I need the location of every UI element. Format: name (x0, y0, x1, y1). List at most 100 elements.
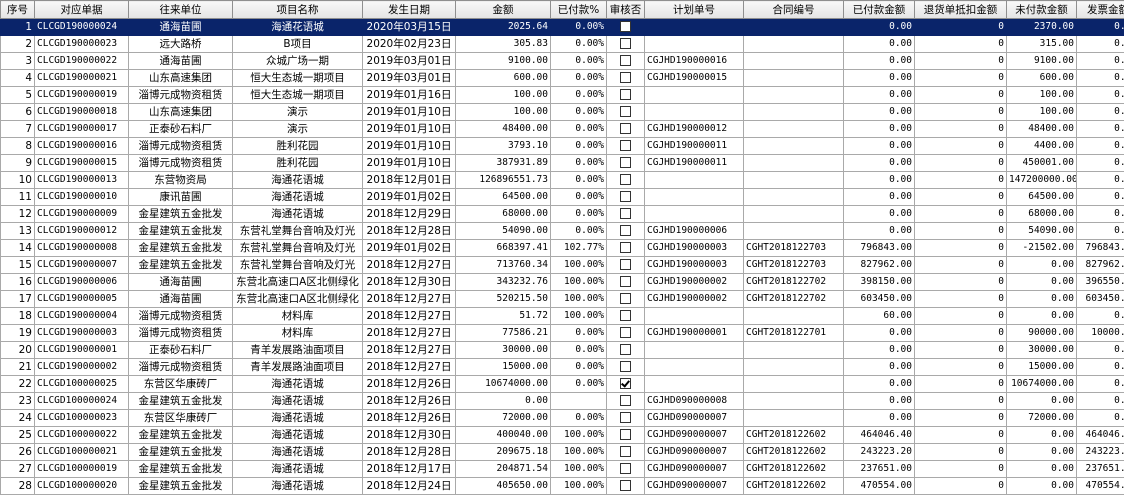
approved-checkbox[interactable] (620, 72, 631, 83)
approved-checkbox[interactable] (620, 463, 631, 474)
approved-cell[interactable] (607, 359, 645, 376)
col-header-unpaid-amount[interactable]: 未付款金额 (1007, 1, 1077, 19)
approved-cell[interactable] (607, 291, 645, 308)
approved-cell[interactable] (607, 138, 645, 155)
approved-checkbox[interactable] (620, 21, 631, 32)
table-row[interactable]: 27CLCGD100000019金星建筑五金批发海通花语城2018年12月17日… (1, 461, 1124, 478)
table-row[interactable]: 21CLCGD190000002淄博元成物资租赁青羊发展路油面项目2018年12… (1, 359, 1124, 376)
approved-cell[interactable] (607, 376, 645, 393)
approved-checkbox[interactable] (620, 429, 631, 440)
approved-checkbox[interactable] (620, 208, 631, 219)
approved-checkbox[interactable] (620, 412, 631, 423)
approved-checkbox[interactable] (620, 276, 631, 287)
table-row[interactable]: 16CLCGD190000006通海苗圃东营北高速口A区北侧绿化2018年12月… (1, 274, 1124, 291)
table-row[interactable]: 28CLCGD100000020金星建筑五金批发海通花语城2018年12月24日… (1, 478, 1124, 495)
col-header-return-deduction[interactable]: 退货单抵扣金额 (915, 1, 1007, 19)
approved-cell[interactable] (607, 274, 645, 291)
approved-cell[interactable] (607, 53, 645, 70)
approved-cell[interactable] (607, 70, 645, 87)
table-row[interactable]: 14CLCGD190000008金星建筑五金批发东营礼堂舞台音响及灯光2019年… (1, 240, 1124, 257)
approved-cell[interactable] (607, 444, 645, 461)
invoice-amount-cell: 0.00 (1077, 53, 1124, 70)
approved-checkbox[interactable] (620, 89, 631, 100)
table-row[interactable]: 3CLCGD190000022通海苗圃众城广场一期2019年03月01日9100… (1, 53, 1124, 70)
approved-checkbox[interactable] (620, 480, 631, 491)
approved-cell[interactable] (607, 155, 645, 172)
table-row[interactable]: 17CLCGD190000005通海苗圃东营北高速口A区北侧绿化2018年12月… (1, 291, 1124, 308)
table-row[interactable]: 2CLCGD190000023远大路桥B项目2020年02月23日305.830… (1, 36, 1124, 53)
col-header-partner[interactable]: 往来单位 (129, 1, 233, 19)
approved-checkbox[interactable] (620, 38, 631, 49)
approved-checkbox[interactable] (620, 123, 631, 134)
approved-cell[interactable] (607, 240, 645, 257)
table-row[interactable]: 10CLCGD190000013东营物资局海通花语城2018年12月01日126… (1, 172, 1124, 189)
table-row[interactable]: 24CLCGD100000023东营区华康砖厂海通花语城2018年12月26日7… (1, 410, 1124, 427)
table-row[interactable]: 1CLCGD190000024通海苗圃海通花语城2020年03月15日2025.… (1, 19, 1124, 36)
approved-checkbox[interactable] (620, 259, 631, 270)
approved-checkbox[interactable] (620, 157, 631, 168)
approved-cell[interactable] (607, 257, 645, 274)
col-header-approved[interactable]: 审核否 (607, 1, 645, 19)
col-header-invoice-amount[interactable]: 发票金额 (1077, 1, 1124, 19)
approved-checkbox[interactable] (620, 446, 631, 457)
approved-checkbox[interactable] (620, 106, 631, 117)
approved-cell[interactable] (607, 308, 645, 325)
approved-cell[interactable] (607, 223, 645, 240)
col-header-amount[interactable]: 金额 (456, 1, 551, 19)
table-row[interactable]: 6CLCGD190000018山东高速集团演示2019年01月10日100.00… (1, 104, 1124, 121)
col-header-date[interactable]: 发生日期 (363, 1, 456, 19)
approved-cell[interactable] (607, 121, 645, 138)
table-row[interactable]: 23CLCGD100000024金星建筑五金批发海通花语城2018年12月26日… (1, 393, 1124, 410)
approved-cell[interactable] (607, 342, 645, 359)
table-row[interactable]: 12CLCGD190000009金星建筑五金批发海通花语城2018年12月29日… (1, 206, 1124, 223)
approved-cell[interactable] (607, 427, 645, 444)
table-row[interactable]: 8CLCGD190000016淄博元成物资租赁胜利花园2019年01月10日37… (1, 138, 1124, 155)
approved-checkbox[interactable] (620, 191, 631, 202)
approved-cell[interactable] (607, 478, 645, 495)
approved-cell[interactable] (607, 172, 645, 189)
approved-checkbox[interactable] (620, 293, 631, 304)
document-cell: CLCGD190000024 (35, 19, 129, 36)
table-row[interactable]: 11CLCGD190000010康讯苗圃海通花语城2019年01月02日6450… (1, 189, 1124, 206)
approved-cell[interactable] (607, 36, 645, 53)
table-row[interactable]: 25CLCGD100000022金星建筑五金批发海通花语城2018年12月30日… (1, 427, 1124, 444)
table-row[interactable]: 19CLCGD190000003淄博元成物资租赁材料库2018年12月27日77… (1, 325, 1124, 342)
approved-checkbox[interactable] (620, 310, 631, 321)
approved-cell[interactable] (607, 325, 645, 342)
table-row[interactable]: 20CLCGD190000001正泰砂石料厂青羊发展路油面项目2018年12月2… (1, 342, 1124, 359)
table-row[interactable]: 9CLCGD190000015淄博元成物资租赁胜利花园2019年01月10日38… (1, 155, 1124, 172)
approved-checkbox[interactable] (620, 242, 631, 253)
col-header-paid-percent[interactable]: 已付款% (551, 1, 607, 19)
col-header-contract-no[interactable]: 合同编号 (744, 1, 844, 19)
col-header-plan-no[interactable]: 计划单号 (645, 1, 744, 19)
approved-checkbox[interactable] (620, 225, 631, 236)
table-row[interactable]: 22CLCGD100000025东营区华康砖厂海通花语城2018年12月26日1… (1, 376, 1124, 393)
col-header-paid-amount[interactable]: 已付款金额 (844, 1, 915, 19)
table-row[interactable]: 5CLCGD190000019淄博元成物资租赁恒大生态城一期项目2019年01月… (1, 87, 1124, 104)
approved-checkbox[interactable] (620, 327, 631, 338)
table-row[interactable]: 4CLCGD190000021山东高速集团恒大生态城一期项目2019年03月01… (1, 70, 1124, 87)
col-header-project[interactable]: 项目名称 (233, 1, 363, 19)
approved-checkbox[interactable] (620, 174, 631, 185)
table-row[interactable]: 18CLCGD190000004淄博元成物资租赁材料库2018年12月27日51… (1, 308, 1124, 325)
approved-cell[interactable] (607, 19, 645, 36)
approved-checkbox[interactable] (620, 361, 631, 372)
approved-checkbox[interactable] (620, 55, 631, 66)
table-row[interactable]: 26CLCGD100000021金星建筑五金批发海通花语城2018年12月28日… (1, 444, 1124, 461)
col-header-seq[interactable]: 序号 (1, 1, 35, 19)
col-header-document[interactable]: 对应单据 (35, 1, 129, 19)
table-row[interactable]: 15CLCGD190000007金星建筑五金批发东营礼堂舞台音响及灯光2018年… (1, 257, 1124, 274)
approved-cell[interactable] (607, 87, 645, 104)
approved-checkbox[interactable] (620, 395, 631, 406)
approved-checkbox[interactable] (620, 140, 631, 151)
approved-cell[interactable] (607, 206, 645, 223)
approved-cell[interactable] (607, 189, 645, 206)
approved-cell[interactable] (607, 461, 645, 478)
approved-cell[interactable] (607, 393, 645, 410)
approved-cell[interactable] (607, 104, 645, 121)
approved-checkbox[interactable] (620, 344, 631, 355)
table-row[interactable]: 7CLCGD190000017正泰砂石料厂演示2019年01月10日48400.… (1, 121, 1124, 138)
table-row[interactable]: 13CLCGD190000012金星建筑五金批发东营礼堂舞台音响及灯光2018年… (1, 223, 1124, 240)
approved-checkbox[interactable] (620, 378, 631, 389)
approved-cell[interactable] (607, 410, 645, 427)
